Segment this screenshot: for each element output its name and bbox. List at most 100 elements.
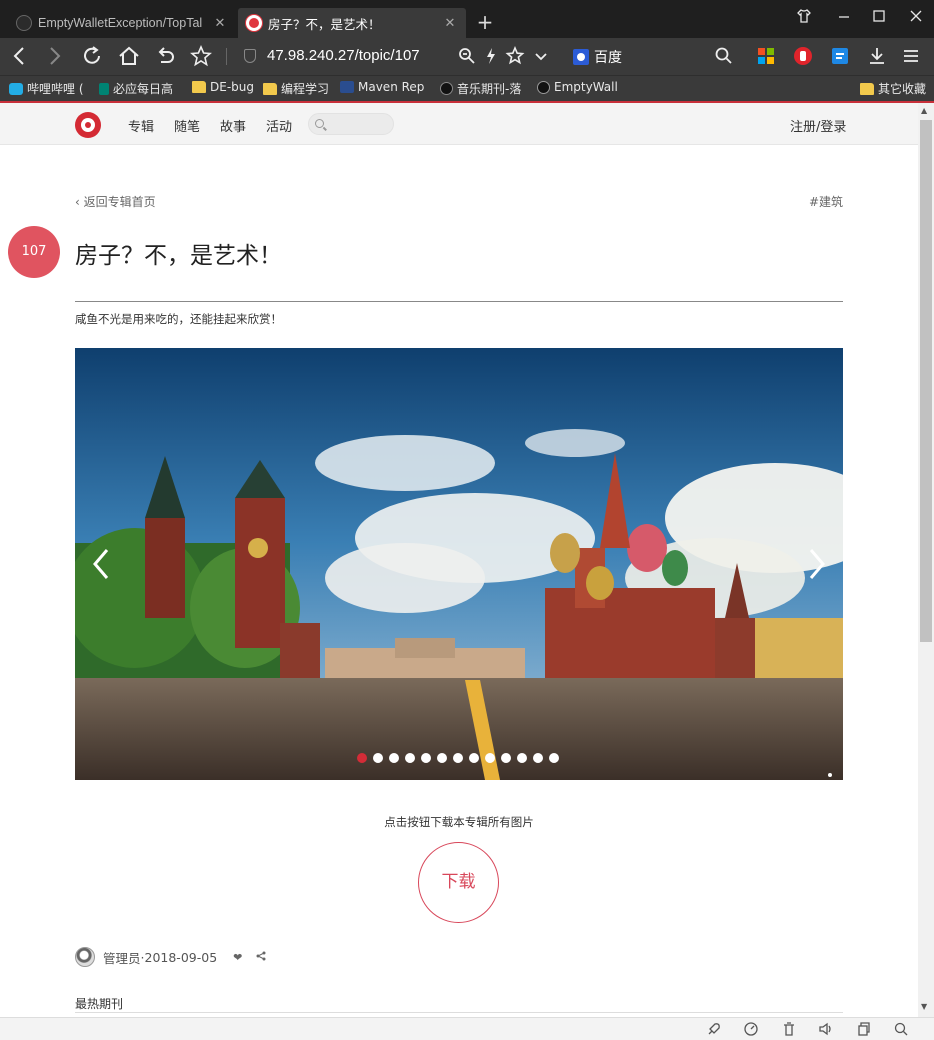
security-shield-icon[interactable]	[244, 49, 256, 63]
hot-issues-heading: 最热期刊	[75, 997, 124, 1011]
carousel-dot[interactable]	[389, 753, 399, 763]
search-engine-label: 百度	[594, 50, 622, 66]
bookmark-bilibili[interactable]: 哔哩哔哩 (	[9, 80, 84, 97]
chevron-down-icon[interactable]	[529, 44, 553, 68]
heart-icon[interactable]: ❤	[233, 951, 242, 964]
download-hint: 点击按钮下载本专辑所有图片	[384, 815, 534, 829]
bookmark-bing[interactable]: 必应每日高	[99, 80, 173, 97]
site-logo-icon[interactable]	[75, 112, 101, 138]
bookmark-star-icon[interactable]	[503, 44, 527, 68]
carousel-dot[interactable]	[405, 753, 415, 763]
chevron-left-icon: ‹	[75, 195, 84, 209]
forward-icon[interactable]	[42, 44, 66, 68]
share-icon[interactable]	[256, 950, 266, 964]
note-extension-icon[interactable]	[828, 44, 852, 68]
maximize-icon[interactable]	[867, 8, 891, 28]
zoom-search-icon[interactable]	[893, 1021, 909, 1037]
author-name[interactable]: 管理员	[103, 948, 141, 967]
tab-close-icon[interactable]: ✕	[442, 15, 458, 31]
carousel-dot[interactable]	[533, 753, 543, 763]
reload-icon[interactable]	[80, 44, 104, 68]
zoom-icon[interactable]	[455, 44, 479, 68]
undo-close-icon[interactable]	[153, 44, 177, 68]
carousel-dot[interactable]	[469, 753, 479, 763]
favorite-star-icon[interactable]	[189, 44, 213, 68]
publish-date: 2018-09-05	[144, 949, 218, 965]
scroll-down-icon[interactable]: ▼	[921, 1002, 927, 1011]
speed-dial-icon[interactable]	[743, 1021, 759, 1037]
folder-icon	[860, 82, 874, 95]
window-copy-icon[interactable]	[856, 1021, 872, 1037]
tab-toptal[interactable]: EmptyWalletException/TopTal ✕	[8, 8, 236, 38]
search-icon[interactable]	[712, 44, 736, 68]
carousel-dot[interactable]	[421, 753, 431, 763]
tab-topic[interactable]: 房子？不，是艺术！ ✕	[238, 8, 466, 38]
bookmarks-bar: 哔哩哔哩 ( 必应每日高 DE-bug 编程学习 Maven Rep 音乐期刊-…	[0, 75, 934, 101]
chevron-right-icon	[809, 549, 825, 579]
carousel-dot[interactable]	[517, 753, 527, 763]
carousel-dot[interactable]	[373, 753, 383, 763]
shirt-skin-icon[interactable]	[792, 8, 816, 28]
nav-events[interactable]: 活动	[266, 116, 292, 135]
article-subtitle: 咸鱼不光是用来吃的，还能挂起来欣赏！	[75, 312, 282, 326]
minimize-icon[interactable]	[832, 8, 856, 28]
github-icon	[537, 80, 550, 94]
folder-icon	[263, 82, 277, 95]
site-favicon-icon	[246, 15, 262, 31]
back-to-album-link[interactable]: ‹ 返回专辑首页	[75, 193, 156, 210]
back-label: 返回专辑首页	[83, 195, 156, 209]
folder-icon	[192, 81, 206, 93]
apps-grid-icon[interactable]	[754, 44, 778, 68]
trash-icon[interactable]	[781, 1021, 797, 1037]
rocket-icon[interactable]	[706, 1021, 722, 1037]
tab-close-icon[interactable]: ✕	[212, 15, 228, 31]
close-window-icon[interactable]	[904, 8, 928, 28]
carousel-prev-button[interactable]	[89, 544, 113, 584]
bookmark-programming[interactable]: 编程学习	[263, 80, 329, 97]
login-register-link[interactable]: 注册/登录	[790, 116, 846, 135]
carousel-dot[interactable]	[485, 753, 495, 763]
adblock-hand-icon[interactable]	[791, 44, 815, 68]
download-button[interactable]: 下载	[418, 842, 499, 923]
bookmark-label: Maven Rep	[358, 80, 425, 94]
menu-icon[interactable]	[899, 44, 923, 68]
carousel-dot[interactable]	[357, 753, 367, 763]
bookmark-label: 其它收藏	[878, 82, 927, 96]
carousel-next-button[interactable]	[805, 544, 829, 584]
search-icon	[315, 119, 324, 128]
nav-albums[interactable]: 专辑	[128, 116, 154, 135]
page-title: 房子？不，是艺术！	[75, 243, 282, 269]
speaker-icon[interactable]	[818, 1021, 834, 1037]
avatar[interactable]	[75, 947, 95, 967]
github-favicon-icon	[16, 15, 32, 31]
search-engine-selector[interactable]: 百度	[573, 47, 622, 67]
scroll-up-icon[interactable]: ▲	[921, 106, 927, 115]
home-icon[interactable]	[117, 44, 141, 68]
browser-status-bar	[0, 1017, 934, 1040]
carousel-dot[interactable]	[549, 753, 559, 763]
carousel-dot[interactable]	[437, 753, 447, 763]
address-bar[interactable]: 47.98.240.27/topic/107	[267, 47, 420, 64]
scrollbar-thumb[interactable]	[920, 120, 932, 642]
bookmark-label: EmptyWall	[554, 80, 618, 94]
image-carousel[interactable]	[75, 348, 843, 780]
tab-title: EmptyWalletException/TopTal	[38, 16, 203, 30]
nav-essays[interactable]: 随笔	[174, 116, 200, 135]
new-tab-button[interactable]: +	[474, 10, 496, 34]
lightning-icon[interactable]	[479, 44, 503, 68]
bookmark-music[interactable]: 音乐期刊-落	[440, 80, 521, 97]
category-tag[interactable]: #建筑	[809, 193, 843, 210]
nav-stories[interactable]: 故事	[220, 116, 246, 135]
bookmark-maven[interactable]: Maven Rep	[340, 80, 424, 94]
site-header: 专辑 随笔 故事 活动 注册/登录	[0, 103, 918, 145]
carousel-dot[interactable]	[453, 753, 463, 763]
download-icon[interactable]	[865, 44, 889, 68]
site-search-input[interactable]	[308, 113, 394, 135]
carousel-dot[interactable]	[501, 753, 511, 763]
bing-icon	[99, 82, 109, 95]
issue-number-badge: 107	[8, 226, 60, 278]
bookmark-other[interactable]: 其它收藏	[860, 80, 926, 97]
back-icon[interactable]	[8, 44, 32, 68]
bookmark-debug[interactable]: DE-bug	[192, 80, 254, 94]
bookmark-github[interactable]: EmptyWall	[537, 80, 618, 94]
